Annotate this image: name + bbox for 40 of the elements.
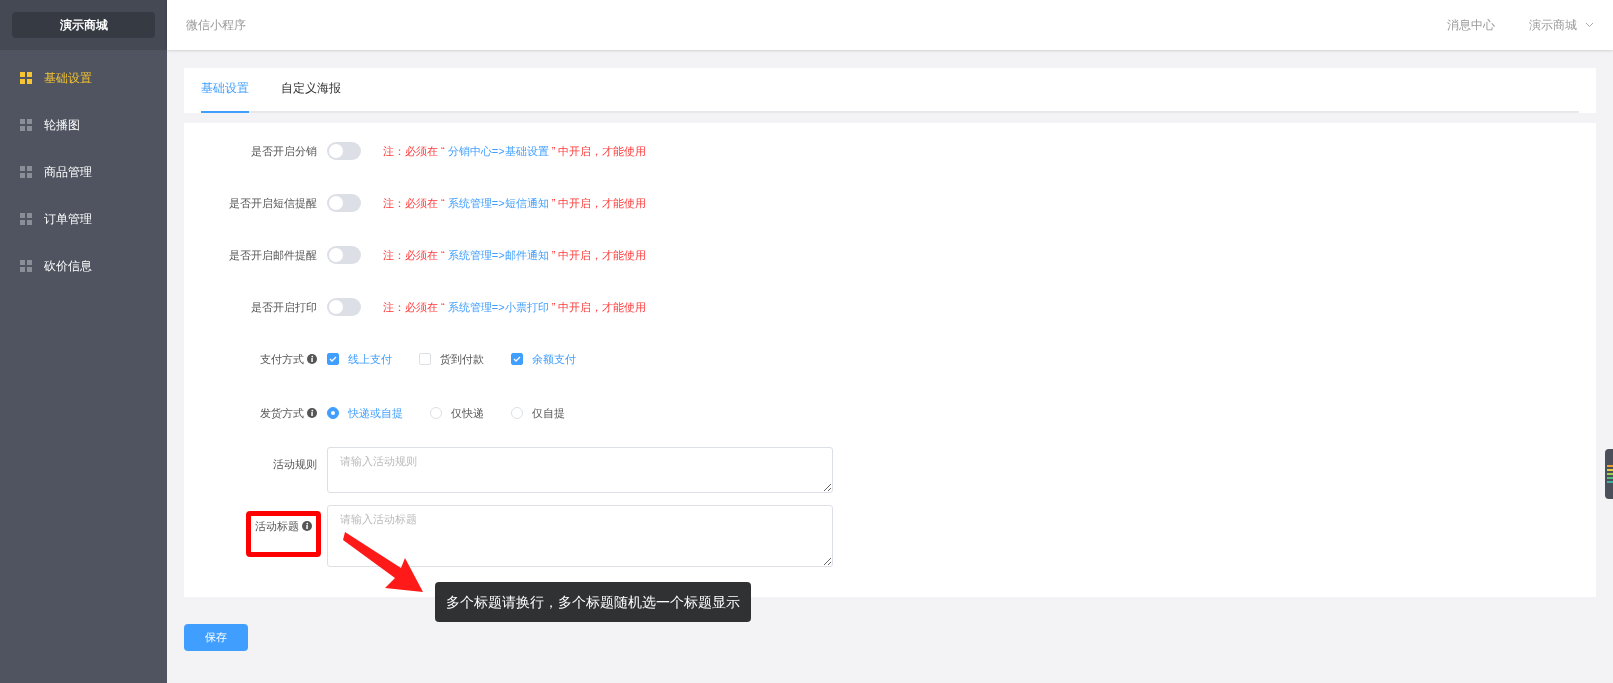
chevron-down-icon xyxy=(1585,22,1594,28)
note-text: 注：必须在 “ 系统管理=>短信通知 ” 中开启，才能使用 xyxy=(383,195,647,211)
sidebar-item[interactable]: 轮播图 xyxy=(0,101,167,148)
field-label: 活动规则 xyxy=(273,457,317,472)
sidebar-item[interactable]: 基础设置 xyxy=(0,54,167,101)
sidebar-item[interactable]: 商品管理 xyxy=(0,148,167,195)
tab[interactable]: 自定义海报 xyxy=(281,79,341,113)
option-label[interactable]: 仅自提 xyxy=(532,404,565,422)
sidebar-item[interactable]: 砍价信息 xyxy=(0,242,167,289)
brand-label: 演示商城 xyxy=(12,12,155,38)
field-label: 是否开启邮件提醒 xyxy=(229,247,317,263)
toggle-switch[interactable] xyxy=(327,246,361,264)
text-area[interactable]: 请输入活动标题 xyxy=(327,505,833,567)
page-title: 微信小程序 xyxy=(186,17,246,34)
checkbox[interactable] xyxy=(511,353,523,365)
grid-icon xyxy=(20,259,32,272)
text-area[interactable]: 请输入活动规则 xyxy=(327,447,833,493)
note-text: 注：必须在 “ 系统管理=>邮件通知 ” 中开启，才能使用 xyxy=(383,247,647,263)
field-label: 是否开启短信提醒 xyxy=(229,195,317,211)
radio-button[interactable] xyxy=(327,407,339,419)
grid-icon xyxy=(20,212,32,225)
option-label[interactable]: 货到付款 xyxy=(440,350,484,368)
toggle-switch[interactable] xyxy=(327,194,361,212)
field-label: 是否开启打印 xyxy=(251,299,317,315)
grid-icon xyxy=(20,165,32,178)
field-label: 是否开启分销 xyxy=(251,143,317,159)
option-label[interactable]: 仅快递 xyxy=(451,404,484,422)
note-text: 注：必须在 “ 分销中心=>基础设置 ” 中开启，才能使用 xyxy=(383,143,647,159)
tooltip: 多个标题请换行，多个标题随机选一个标题显示 xyxy=(435,582,751,622)
checkbox[interactable] xyxy=(327,353,339,365)
grid-icon xyxy=(20,71,32,84)
grid-icon xyxy=(20,118,32,131)
field-label: 活动标题 xyxy=(255,519,299,534)
side-widget-icon[interactable] xyxy=(1605,449,1613,499)
toggle-switch[interactable] xyxy=(327,142,361,160)
note-text: 注：必须在 “ 系统管理=>小票打印 ” 中开启，才能使用 xyxy=(383,299,647,315)
field-label: 发货方式 xyxy=(260,405,304,421)
toggle-switch[interactable] xyxy=(327,298,361,316)
field-label: 支付方式 xyxy=(260,351,304,367)
sidebar-item[interactable]: 订单管理 xyxy=(0,195,167,242)
